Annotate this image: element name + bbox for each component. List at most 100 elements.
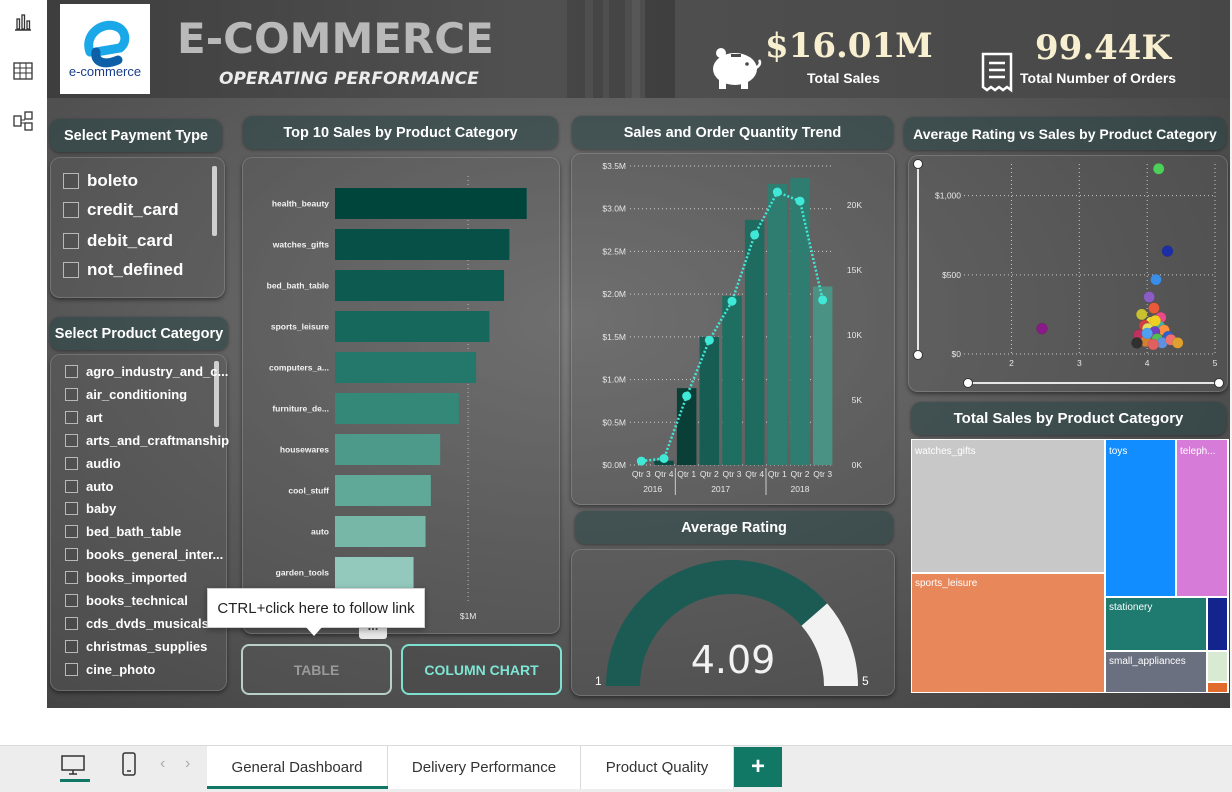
category-option[interactable]: arts_and_craftmanship — [65, 433, 229, 448]
tab-label: General Dashboard — [231, 759, 363, 776]
top10-bar — [335, 557, 414, 588]
category-option[interactable]: air_conditioning — [65, 387, 187, 402]
checkbox[interactable] — [65, 616, 78, 630]
payment-option-label: not_defined — [87, 260, 184, 279]
category-option-label: baby — [86, 501, 117, 517]
payment-option-label: credit_card — [87, 200, 179, 219]
tab-general-dashboard[interactable]: General Dashboard — [207, 746, 388, 789]
category-option[interactable]: books_imported — [65, 570, 187, 585]
checkbox[interactable] — [63, 262, 79, 278]
trend-bar — [722, 295, 742, 465]
trend-y-left-tick: $2.0M — [602, 289, 626, 299]
scatter-point — [1143, 291, 1155, 303]
category-option[interactable]: christmas_supplies — [65, 639, 207, 654]
treemap-tile-small-appliances[interactable]: small_appliances — [1106, 652, 1206, 692]
checkbox[interactable] — [65, 548, 78, 562]
table-button[interactable]: TABLE — [241, 644, 392, 695]
add-page-button[interactable]: + — [734, 747, 782, 787]
top10-bar — [335, 434, 441, 465]
checkbox[interactable] — [65, 639, 78, 653]
category-option[interactable]: art — [65, 410, 103, 425]
category-option[interactable]: bed_bath_table — [65, 524, 181, 539]
mobile-layout-icon[interactable] — [120, 751, 138, 777]
trend-bar — [767, 183, 788, 465]
tab-delivery-performance[interactable]: Delivery Performance — [388, 746, 581, 789]
trend-line-point — [795, 196, 805, 206]
checkbox[interactable] — [65, 502, 78, 516]
scatter-point — [1131, 337, 1143, 349]
scatter-y-tick: $1,000 — [935, 191, 961, 201]
trend-bar — [812, 286, 833, 465]
category-option[interactable]: books_general_inter... — [65, 547, 223, 562]
checkbox[interactable] — [65, 410, 78, 424]
trend-y-right-tick: 0K — [852, 460, 863, 470]
checkbox[interactable] — [65, 456, 78, 470]
treemap-tile-small[interactable] — [1208, 652, 1227, 681]
trend-line-point — [704, 335, 714, 345]
checkbox[interactable] — [65, 365, 78, 378]
top10-category-label: cool_stuff — [288, 486, 329, 496]
treemap-label: toys — [1109, 446, 1128, 457]
category-option[interactable]: cine_photo — [65, 662, 155, 677]
table-view-icon[interactable] — [12, 60, 34, 82]
checkbox[interactable] — [65, 594, 78, 607]
view-rail — [0, 0, 48, 745]
scatter-point — [1149, 315, 1162, 327]
scatter-point — [1141, 327, 1153, 340]
trend-line-point — [818, 295, 828, 305]
prev-page-icon[interactable]: ‹ — [160, 755, 165, 773]
treemap-tile-small[interactable] — [1208, 598, 1227, 650]
checkbox[interactable] — [65, 662, 78, 676]
top10-category-label: garden_tools — [276, 568, 330, 578]
treemap-tile-stationery[interactable]: stationery — [1106, 598, 1206, 650]
category-option[interactable]: audio — [65, 456, 121, 471]
treemap-tile-telephony[interactable]: teleph... — [1177, 440, 1227, 596]
checkbox[interactable] — [65, 479, 78, 493]
dashboard-subtitle: OPERATING PERFORMANCE — [219, 69, 479, 89]
checkbox[interactable] — [63, 173, 79, 189]
top10-category-label: housewares — [280, 445, 329, 455]
desktop-layout-icon[interactable] — [60, 754, 86, 776]
report-view-icon[interactable] — [12, 11, 34, 33]
trend-y-left-tick: $2.5M — [602, 246, 626, 256]
piggy-bank-icon — [713, 48, 762, 89]
checkbox[interactable] — [63, 202, 79, 218]
category-option[interactable]: auto — [65, 479, 113, 494]
payment-option[interactable]: debit_card — [63, 231, 173, 251]
checkbox[interactable] — [65, 571, 78, 585]
category-option-label: books_imported — [86, 570, 188, 586]
payment-option[interactable]: credit_card — [63, 200, 179, 220]
top10-bar — [335, 352, 477, 383]
trend-y-left-tick: $1.5M — [602, 332, 626, 342]
next-page-icon[interactable]: › — [185, 755, 190, 773]
checkbox[interactable] — [65, 433, 78, 447]
payment-option[interactable]: boleto — [63, 171, 138, 191]
total-orders-label: Total Number of Orders — [1020, 70, 1177, 86]
category-option[interactable]: agro_industry_and_c... — [65, 364, 228, 379]
category-option[interactable]: baby — [65, 501, 116, 516]
treemap-tile-watches-gifts[interactable]: watches_gifts — [912, 440, 1104, 572]
treemap-tile-toys[interactable]: toys — [1106, 440, 1175, 596]
checkbox[interactable] — [65, 387, 78, 401]
trend-line-point — [682, 391, 692, 401]
column-chart-button[interactable]: COLUMN CHART — [401, 644, 562, 695]
payment-option[interactable]: not_defined — [63, 260, 183, 280]
total-orders-value: 99.44K — [1035, 28, 1172, 68]
category-option[interactable]: cds_dvds_musicals — [65, 616, 209, 631]
scatter-x-tick: 3 — [1077, 358, 1082, 368]
treemap-tile-sports-leisure[interactable]: sports_leisure — [912, 574, 1104, 692]
category-option[interactable]: books_technical — [65, 593, 188, 608]
trend-y-right-tick: 10K — [847, 330, 862, 340]
model-view-icon[interactable] — [12, 110, 34, 132]
top10-x-tick: $1M — [460, 611, 477, 621]
tab-label: Delivery Performance — [411, 759, 557, 776]
payment-scrollbar[interactable] — [212, 166, 217, 236]
tab-product-quality[interactable]: Product Quality — [581, 746, 734, 789]
treemap-tile-small[interactable] — [1208, 683, 1227, 692]
checkbox[interactable] — [63, 233, 79, 249]
checkbox[interactable] — [65, 525, 78, 539]
top10-category-label: watches_gifts — [272, 240, 329, 250]
trend-x-tick: Qtr 3 — [723, 469, 742, 479]
treemap-label: watches_gifts — [915, 446, 976, 457]
scatter-title: Average Rating vs Sales by Product Categ… — [904, 117, 1226, 150]
